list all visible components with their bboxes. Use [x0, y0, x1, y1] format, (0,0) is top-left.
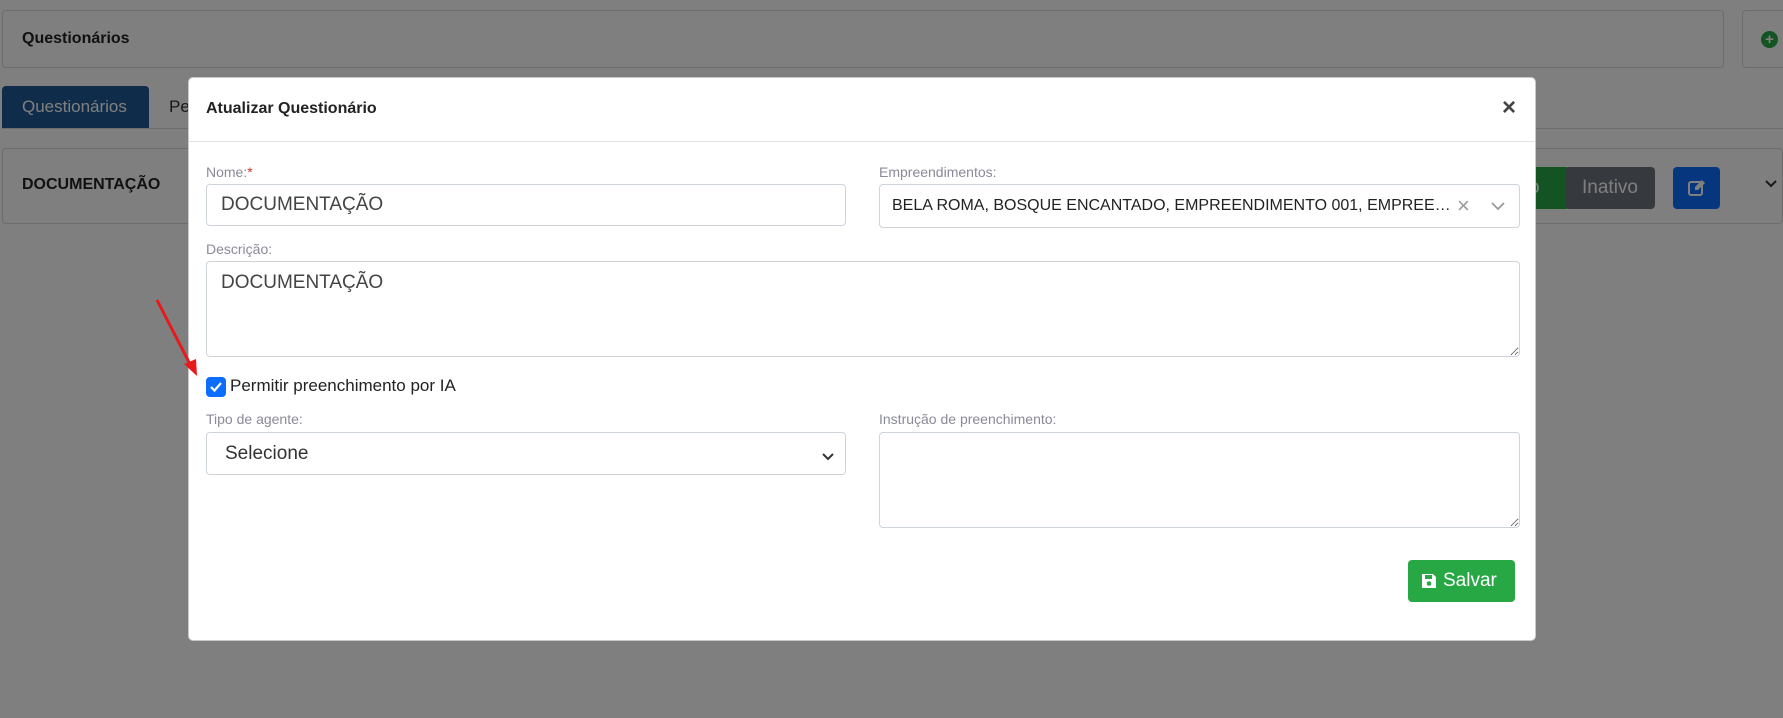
- save-label: Salvar: [1443, 570, 1497, 591]
- instrucao-label: Instrução de preenchimento:: [879, 411, 1057, 427]
- permitir-ia-checkbox[interactable]: [206, 377, 226, 397]
- annotation-arrow-icon: [155, 299, 197, 376]
- tipo-agente-label: Tipo de agente:: [206, 411, 303, 427]
- tipo-agente-selected: Selecione: [225, 443, 309, 464]
- required-mark: *: [247, 164, 253, 180]
- modal-title: Atualizar Questionário: [206, 100, 377, 117]
- update-questionnaire-modal: Atualizar Questionário × Nome:* DOCUMENT…: [188, 77, 1536, 641]
- permitir-ia-label[interactable]: Permitir preenchimento por IA: [230, 376, 456, 396]
- instrucao-textarea[interactable]: [879, 432, 1520, 528]
- close-icon[interactable]: ×: [1495, 94, 1523, 122]
- empreendimentos-label: Empreendimentos:: [879, 164, 997, 180]
- empreendimentos-value: BELA ROMA, BOSQUE ENCANTADO, EMPREENDIME…: [892, 197, 1452, 214]
- nome-label: Nome:*: [206, 164, 253, 180]
- descricao-textarea[interactable]: [206, 261, 1520, 357]
- tipo-agente-select[interactable]: Selecione: [206, 432, 846, 475]
- save-icon: [1422, 574, 1436, 588]
- descricao-label: Descrição:: [206, 241, 273, 257]
- save-button[interactable]: Salvar: [1408, 560, 1515, 602]
- checkmark-icon: [210, 382, 222, 393]
- clear-selection-icon[interactable]: ×: [1457, 195, 1470, 217]
- nome-input[interactable]: DOCUMENTAÇÃO: [206, 184, 846, 226]
- chevron-down-icon[interactable]: [1489, 197, 1507, 220]
- chevron-down-icon: [821, 447, 835, 469]
- empreendimentos-multiselect[interactable]: BELA ROMA, BOSQUE ENCANTADO, EMPREENDIME…: [879, 184, 1520, 228]
- modal-header: Atualizar Questionário ×: [189, 78, 1535, 142]
